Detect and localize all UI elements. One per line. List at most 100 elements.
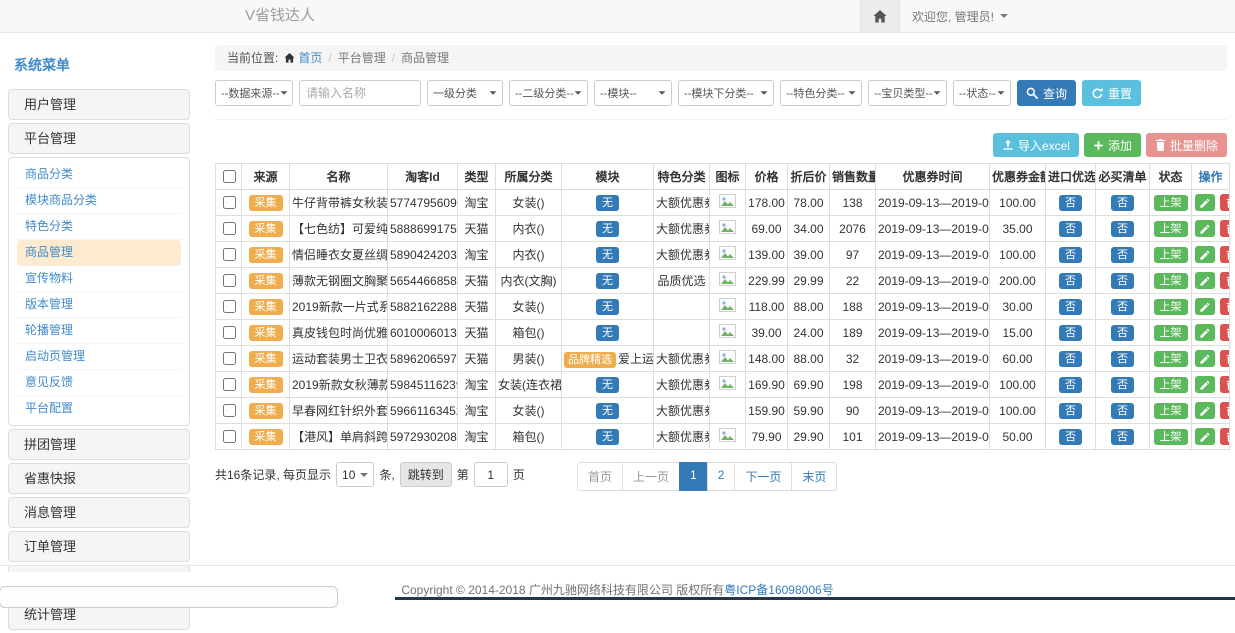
search-button[interactable]: 查询 (1017, 80, 1076, 106)
edit-button[interactable] (1195, 402, 1215, 419)
page-button[interactable]: 2 (707, 462, 736, 491)
filter-select[interactable]: --模块-- (594, 80, 672, 106)
filter-select[interactable]: --数据来源-- (215, 80, 293, 106)
import-toggle[interactable]: 否 (1059, 325, 1082, 341)
delete-button[interactable] (1220, 350, 1229, 367)
import-toggle[interactable]: 否 (1059, 351, 1082, 367)
filter-select[interactable]: --宝贝类型-- (868, 80, 947, 106)
edit-button[interactable] (1195, 194, 1215, 211)
filter-select[interactable]: --二级分类-- (509, 80, 588, 106)
row-checkbox[interactable] (223, 430, 236, 443)
sidebar-subitem[interactable]: 商品管理 (17, 240, 181, 266)
delete-button[interactable] (1220, 428, 1229, 445)
edit-button[interactable] (1195, 220, 1215, 237)
sidebar-subitem[interactable]: 特色分类 (17, 214, 181, 240)
sidebar-group[interactable]: 订单管理 (8, 531, 190, 562)
sidebar-group[interactable]: 拼团管理 (8, 429, 190, 460)
sidebar-subitem[interactable]: 商品分类 (17, 162, 181, 188)
select-all-checkbox[interactable] (223, 170, 236, 183)
edit-button[interactable] (1195, 428, 1215, 445)
filter-select[interactable]: --模块下分类-- (678, 80, 774, 106)
must-buy-toggle[interactable]: 否 (1111, 403, 1134, 419)
sidebar-subitem[interactable]: 宣传物料 (17, 266, 181, 292)
edit-button[interactable] (1195, 350, 1215, 367)
must-buy-toggle[interactable]: 否 (1111, 429, 1134, 445)
import-toggle[interactable]: 否 (1059, 429, 1082, 445)
must-buy-toggle[interactable]: 否 (1111, 299, 1134, 315)
filter-select[interactable]: --状态-- (953, 80, 1011, 106)
status-badge[interactable]: 上架 (1154, 195, 1188, 211)
must-buy-toggle[interactable]: 否 (1111, 325, 1134, 341)
sidebar-subitem[interactable]: 平台配置 (17, 396, 181, 421)
status-badge[interactable]: 上架 (1154, 377, 1188, 393)
row-checkbox[interactable] (223, 378, 236, 391)
page-size-select[interactable]: 10 (336, 462, 374, 487)
must-buy-toggle[interactable]: 否 (1111, 273, 1134, 289)
sidebar-group[interactable]: 消息管理 (8, 497, 190, 528)
must-buy-toggle[interactable]: 否 (1111, 351, 1134, 367)
row-checkbox[interactable] (223, 352, 236, 365)
row-checkbox[interactable] (223, 300, 236, 313)
delete-button[interactable] (1220, 324, 1229, 341)
sidebar-group[interactable]: 平台管理 (8, 123, 190, 154)
jump-page-input[interactable] (474, 462, 508, 487)
jump-button[interactable]: 跳转到 (400, 462, 452, 487)
filter-select[interactable]: 一级分类 (427, 80, 503, 106)
sidebar-group[interactable]: 省惠快报 (8, 463, 190, 494)
edit-button[interactable] (1195, 376, 1215, 393)
import-toggle[interactable]: 否 (1059, 195, 1082, 211)
row-checkbox[interactable] (223, 404, 236, 417)
delete-button[interactable] (1220, 194, 1229, 211)
sidebar-subitem[interactable]: 意见反馈 (17, 370, 181, 396)
status-badge[interactable]: 上架 (1154, 221, 1188, 237)
delete-button[interactable] (1220, 272, 1229, 289)
status-badge[interactable]: 上架 (1154, 325, 1188, 341)
page-button[interactable]: 末页 (791, 462, 837, 491)
bulk-delete-button[interactable]: 批量删除 (1146, 133, 1227, 157)
home-button[interactable] (860, 0, 900, 32)
row-checkbox[interactable] (223, 326, 236, 339)
import-toggle[interactable]: 否 (1059, 247, 1082, 263)
icp-link[interactable]: 粤ICP备16098006号 (724, 583, 833, 597)
must-buy-toggle[interactable]: 否 (1111, 247, 1134, 263)
row-checkbox[interactable] (223, 248, 236, 261)
delete-button[interactable] (1220, 246, 1229, 263)
sidebar-subitem[interactable]: 模块商品分类 (17, 188, 181, 214)
import-toggle[interactable]: 否 (1059, 299, 1082, 315)
must-buy-toggle[interactable]: 否 (1111, 221, 1134, 237)
page-button[interactable]: 1 (679, 462, 708, 491)
import-excel-button[interactable]: 导入excel (993, 133, 1079, 157)
must-buy-toggle[interactable]: 否 (1111, 195, 1134, 211)
status-badge[interactable]: 上架 (1154, 351, 1188, 367)
status-badge[interactable]: 上架 (1154, 299, 1188, 315)
sidebar-subitem[interactable]: 启动页管理 (17, 344, 181, 370)
delete-button[interactable] (1220, 298, 1229, 315)
edit-button[interactable] (1195, 246, 1215, 263)
breadcrumb-home-link[interactable]: 首页 (284, 45, 322, 71)
edit-button[interactable] (1195, 324, 1215, 341)
sidebar-group[interactable]: 用户管理 (8, 89, 190, 120)
name-search-input[interactable] (299, 80, 421, 106)
sidebar-subitem[interactable]: 轮播管理 (17, 318, 181, 344)
status-badge[interactable]: 上架 (1154, 403, 1188, 419)
import-toggle[interactable]: 否 (1059, 377, 1082, 393)
delete-button[interactable] (1220, 220, 1229, 237)
filter-select[interactable]: --特色分类-- (780, 80, 862, 106)
add-button[interactable]: 添加 (1084, 133, 1141, 157)
reset-button[interactable]: 重置 (1082, 80, 1141, 106)
delete-button[interactable] (1220, 402, 1229, 419)
sidebar-subitem[interactable]: 版本管理 (17, 292, 181, 318)
import-toggle[interactable]: 否 (1059, 403, 1082, 419)
row-checkbox[interactable] (223, 196, 236, 209)
edit-button[interactable] (1195, 272, 1215, 289)
status-badge[interactable]: 上架 (1154, 429, 1188, 445)
import-toggle[interactable]: 否 (1059, 273, 1082, 289)
import-toggle[interactable]: 否 (1059, 221, 1082, 237)
status-badge[interactable]: 上架 (1154, 247, 1188, 263)
edit-button[interactable] (1195, 298, 1215, 315)
status-badge[interactable]: 上架 (1154, 273, 1188, 289)
must-buy-toggle[interactable]: 否 (1111, 377, 1134, 393)
page-button[interactable]: 下一页 (734, 462, 792, 491)
row-checkbox[interactable] (223, 274, 236, 287)
delete-button[interactable] (1220, 376, 1229, 393)
